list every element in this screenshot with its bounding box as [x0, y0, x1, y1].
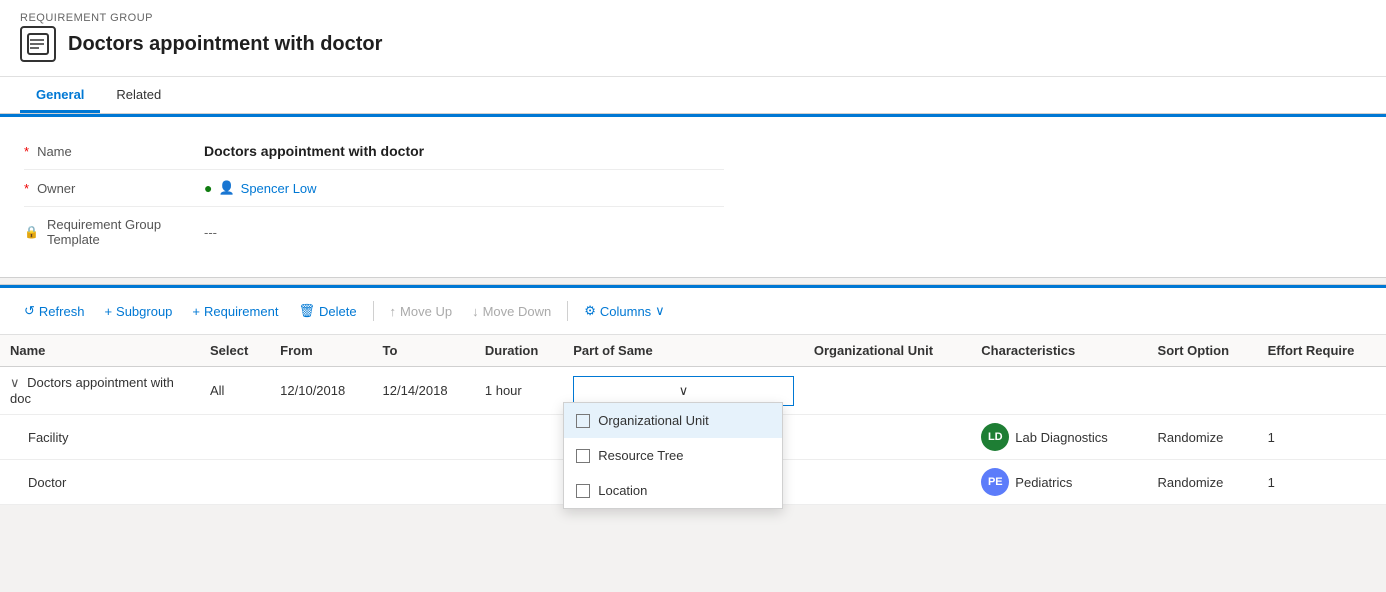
template-value: ---	[204, 225, 724, 240]
name-value[interactable]: Doctors appointment with doctor	[204, 143, 724, 159]
row-from: 12/10/2018	[270, 367, 372, 415]
owner-row: * Owner ● 👤 Spencer Low	[24, 170, 724, 207]
group-label: REQUIREMENT GROUP	[20, 12, 1366, 24]
row-select	[200, 415, 270, 460]
requirement-button[interactable]: + Requirement	[184, 299, 286, 324]
avatar: LD	[981, 423, 1009, 451]
row-duration	[475, 415, 563, 460]
dropdown-item-org-unit[interactable]: Organizational Unit	[564, 403, 782, 438]
row-from	[270, 460, 372, 505]
refresh-icon: ↺	[24, 303, 35, 319]
tabs-bar: General Related	[0, 77, 1386, 114]
table-row[interactable]: ∨ Doctors appointment with doc All 12/10…	[0, 367, 1386, 415]
grid-toolbar: ↺ Refresh + Subgroup + Requirement 🗑 Del…	[0, 288, 1386, 335]
delete-button[interactable]: 🗑 Delete	[290, 298, 364, 324]
row-name: Facility	[0, 415, 200, 460]
col-header-org-unit: Organizational Unit	[804, 335, 971, 367]
row-effort	[1258, 367, 1386, 415]
row-sort-option	[1148, 367, 1258, 415]
add-req-icon: +	[192, 304, 200, 319]
expand-icon[interactable]: ∨	[10, 375, 20, 390]
row-to: 12/14/2018	[373, 367, 475, 415]
owner-value: ● 👤 Spencer Low	[204, 180, 724, 196]
owner-name: Spencer Low	[241, 181, 317, 196]
tab-general[interactable]: General	[20, 77, 100, 113]
avatar: PE	[981, 468, 1009, 496]
col-header-effort: Effort Require	[1258, 335, 1386, 367]
row-org-unit	[804, 367, 971, 415]
checkbox-resource-tree[interactable]	[576, 449, 590, 463]
grid-section: ↺ Refresh + Subgroup + Requirement 🗑 Del…	[0, 285, 1386, 505]
chevron-down-icon: ∨	[679, 383, 689, 399]
status-icon: ●	[204, 180, 212, 196]
page-title: Doctors appointment with doctor	[68, 33, 382, 56]
person-icon: 👤	[218, 180, 234, 196]
dropdown-item-resource-tree[interactable]: Resource Tree	[564, 438, 782, 473]
add-icon: +	[104, 304, 112, 319]
chevron-down-icon: ∨	[655, 303, 665, 319]
row-effort: 1	[1258, 415, 1386, 460]
title-icon	[20, 26, 56, 62]
up-arrow-icon: ↑	[390, 304, 397, 319]
table-header-row: Name Select From To Duration Part of Sam…	[0, 335, 1386, 367]
refresh-button[interactable]: ↺ Refresh	[16, 298, 92, 324]
row-characteristics: PE Pediatrics	[971, 460, 1147, 505]
row-part-of-same[interactable]: ∨ Organizational Unit Resource Tree	[563, 367, 804, 415]
row-to	[373, 415, 475, 460]
data-grid: Name Select From To Duration Part of Sam…	[0, 335, 1386, 505]
owner-label: * Owner	[24, 181, 204, 196]
name-label: * Name	[24, 144, 204, 159]
row-select: All	[200, 367, 270, 415]
row-org-unit	[804, 415, 971, 460]
template-row: 🔒 Requirement Group Template ---	[24, 207, 724, 257]
delete-icon: 🗑	[298, 303, 315, 319]
row-sort-option: Randomize	[1148, 460, 1258, 505]
row-characteristics: LD Lab Diagnostics	[971, 415, 1147, 460]
name-row: * Name Doctors appointment with doctor	[24, 133, 724, 170]
down-arrow-icon: ↓	[472, 304, 479, 319]
toolbar-separator	[373, 301, 374, 321]
subgroup-button[interactable]: + Subgroup	[96, 299, 180, 324]
filter-icon: ⚙	[584, 303, 596, 319]
section-divider	[0, 277, 1386, 285]
part-of-same-menu: Organizational Unit Resource Tree Locati…	[563, 402, 783, 509]
row-sort-option: Randomize	[1148, 415, 1258, 460]
row-duration: 1 hour	[475, 367, 563, 415]
col-header-from: From	[270, 335, 372, 367]
owner-link[interactable]: ● 👤 Spencer Low	[204, 180, 724, 196]
page-header: REQUIREMENT GROUP Doctors appointment wi…	[0, 0, 1386, 77]
template-label: 🔒 Requirement Group Template	[24, 217, 204, 247]
lock-icon: 🔒	[24, 225, 39, 239]
col-header-sort-option: Sort Option	[1148, 335, 1258, 367]
checkbox-location[interactable]	[576, 484, 590, 498]
row-name: ∨ Doctors appointment with doc	[0, 367, 200, 415]
row-to	[373, 460, 475, 505]
dropdown-item-location[interactable]: Location	[564, 473, 782, 508]
row-characteristics	[971, 367, 1147, 415]
toolbar-separator-2	[567, 301, 568, 321]
row-org-unit	[804, 460, 971, 505]
col-header-to: To	[373, 335, 475, 367]
col-header-part-of-same: Part of Same	[563, 335, 804, 367]
col-header-characteristics: Characteristics	[971, 335, 1147, 367]
row-name: Doctor	[0, 460, 200, 505]
checkbox-org-unit[interactable]	[576, 414, 590, 428]
form-section: * Name Doctors appointment with doctor *…	[0, 114, 1386, 277]
col-header-name: Name	[0, 335, 200, 367]
move-up-button[interactable]: ↑ Move Up	[382, 299, 461, 324]
move-down-button[interactable]: ↓ Move Down	[464, 299, 559, 324]
row-select	[200, 460, 270, 505]
tab-related[interactable]: Related	[100, 77, 177, 113]
row-effort: 1	[1258, 460, 1386, 505]
row-from	[270, 415, 372, 460]
col-header-select: Select	[200, 335, 270, 367]
col-header-duration: Duration	[475, 335, 563, 367]
row-duration	[475, 460, 563, 505]
part-of-same-dropdown[interactable]: ∨	[573, 376, 794, 406]
columns-button[interactable]: ⚙ Columns ∨	[576, 298, 672, 324]
